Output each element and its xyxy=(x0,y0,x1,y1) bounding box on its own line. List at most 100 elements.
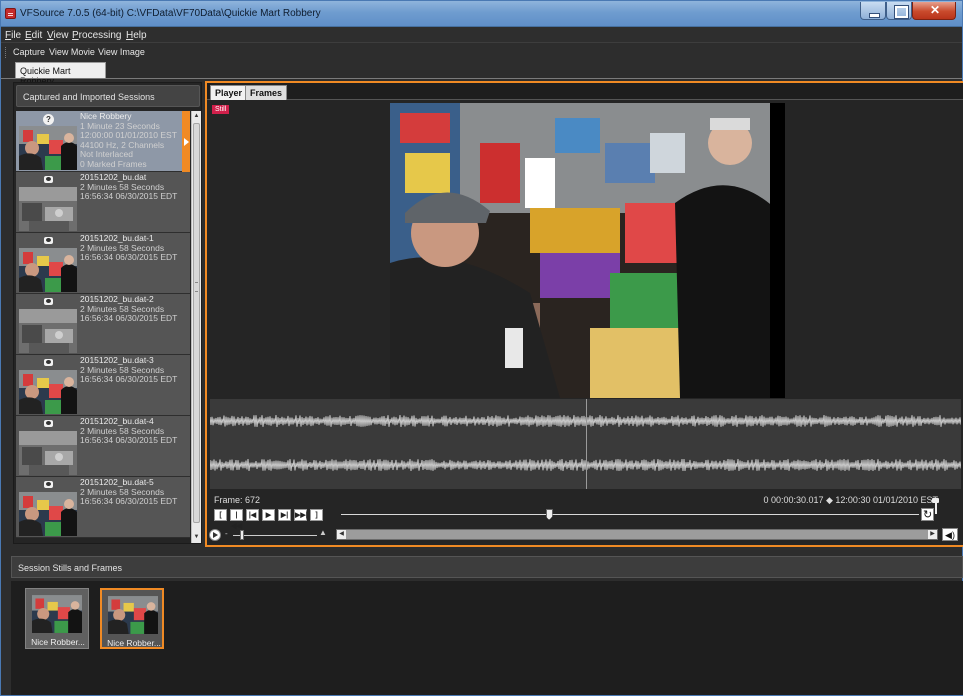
session-details: 20151202_bu.dat-4 2 Minutes 58 Seconds 16:… xyxy=(80,417,190,446)
camera-icon xyxy=(43,236,54,246)
scroll-right-icon[interactable]: ▶ xyxy=(928,530,937,539)
app-icon[interactable] xyxy=(5,8,16,19)
scroll-thumb[interactable] xyxy=(193,123,200,523)
still-item[interactable]: Nice Robber... xyxy=(100,588,164,649)
session-thumbnail xyxy=(19,431,77,475)
session-details: 20151202_bu.dat-2 2 Minutes 58 Seconds 16:… xyxy=(80,295,190,324)
session-details: Nice Robbery 1 Minute 23 Seconds 12:00:00 … xyxy=(80,112,190,170)
session-item[interactable]: 20151202_bu.dat 2 Minutes 58 Seconds 16:56… xyxy=(16,172,190,233)
session-detail-line: 16:56:34 06/30/2015 EDT xyxy=(80,435,178,446)
case-tab[interactable]: Quickie Mart Robbery xyxy=(15,62,106,86)
session-detail-line: 0 Marked Frames xyxy=(80,158,147,169)
session-detail-line: 16:56:34 06/30/2015 EDT xyxy=(80,191,178,202)
session-detail-line: 16:56:34 06/30/2015 EDT xyxy=(80,252,178,263)
camera-icon xyxy=(43,419,54,429)
session-detail-line: 16:56:34 06/30/2015 EDT xyxy=(80,313,178,324)
speed-slider[interactable] xyxy=(233,530,317,540)
player-panel: Player Frames Still Frame: 672 0 00:00:3… xyxy=(205,81,963,547)
session-details: 20151202_bu.dat-5 2 Minutes 58 Seconds 16:… xyxy=(80,478,190,507)
toolbar-grip[interactable] xyxy=(5,47,7,58)
menu-file[interactable]: File xyxy=(5,30,21,41)
close-icon: ✕ xyxy=(929,3,941,17)
maximize-button[interactable] xyxy=(886,2,912,20)
window-title: VFSource 7.0.5 (64-bit) C:\VFData\VF70Da… xyxy=(20,8,321,19)
playback-bottom-row: - ▲ ◀ ▶ ◀) xyxy=(209,528,961,542)
timeline-scrubber[interactable] xyxy=(341,509,919,520)
session-item[interactable]: 20151202_bu.dat-1 2 Minutes 58 Seconds 16:… xyxy=(16,233,190,294)
video-still-image xyxy=(390,103,785,398)
session-detail-line: 16:56:34 06/30/2015 EDT xyxy=(80,374,178,385)
session-thumbnail xyxy=(19,248,77,292)
tab-divider xyxy=(1,78,962,79)
playhead[interactable] xyxy=(586,399,587,489)
step-back-icon[interactable]: |◀ xyxy=(246,509,259,521)
speed-icon[interactable] xyxy=(209,529,221,541)
title-bar: VFSource 7.0.5 (64-bit) C:\VFData\VF70Da… xyxy=(1,1,962,27)
volume-icon[interactable]: ◀) xyxy=(942,528,958,541)
session-item[interactable]: ? Nice Robbery 1 Minute 23 Seconds 12:00:00… xyxy=(16,111,190,172)
camera-icon xyxy=(43,480,54,490)
toolbar: Capture View Movie View Image xyxy=(1,43,962,61)
loop-icon[interactable] xyxy=(921,508,934,521)
menu-processing[interactable]: Processing xyxy=(72,30,121,41)
session-item[interactable]: 20151202_bu.dat-4 2 Minutes 58 Seconds 16:… xyxy=(16,416,190,477)
mark-in-icon[interactable]: [ xyxy=(214,509,227,521)
session-thumbnail xyxy=(19,126,77,170)
player-tab-bar: Player Frames xyxy=(207,83,963,100)
camera-icon xyxy=(43,358,54,368)
step-forward-icon[interactable]: ▶| xyxy=(278,509,291,521)
frame-number: Frame: 672 xyxy=(214,495,261,505)
view-movie-button[interactable]: View Movie xyxy=(49,47,95,57)
session-list: ? Nice Robbery 1 Minute 23 Seconds 12:00:00… xyxy=(16,111,190,543)
session-item[interactable]: 20151202_bu.dat-5 2 Minutes 58 Seconds 16:… xyxy=(16,477,190,538)
mark-out-icon[interactable]: ] xyxy=(310,509,323,521)
still-label: Nice Robber... xyxy=(107,638,161,648)
capture-button[interactable]: Capture xyxy=(13,47,45,57)
session-item[interactable]: 20151202_bu.dat-3 2 Minutes 58 Seconds 16:… xyxy=(16,355,190,416)
session-details: 20151202_bu.dat 2 Minutes 58 Seconds 16:56… xyxy=(80,173,190,202)
still-thumbnail xyxy=(108,594,158,636)
minimize-button[interactable] xyxy=(860,2,886,20)
speed-plus-icon[interactable]: ▲ xyxy=(319,528,327,537)
stills-area: Nice Robber... Nice Robber... xyxy=(11,581,963,695)
view-image-button[interactable]: View Image xyxy=(98,47,145,57)
session-thumbnail xyxy=(19,492,77,536)
still-badge: Still xyxy=(212,105,230,114)
tab-player[interactable]: Player xyxy=(210,85,248,100)
session-thumbnail xyxy=(19,370,77,414)
speed-slider-thumb[interactable] xyxy=(239,530,244,540)
close-button[interactable]: ✕ xyxy=(912,2,956,20)
speed-minus-icon[interactable]: - xyxy=(225,529,228,538)
session-item[interactable]: 20151202_bu.dat-2 2 Minutes 58 Seconds 16:… xyxy=(16,294,190,355)
camera-icon xyxy=(43,175,54,185)
still-thumbnail xyxy=(32,593,82,635)
sessions-panel: Captured and Imported Sessions ? Nice Rob… xyxy=(13,82,202,544)
session-detail-line: 16:56:34 06/30/2015 EDT xyxy=(80,496,178,507)
session-details: 20151202_bu.dat-3 2 Minutes 58 Seconds 16:… xyxy=(80,356,190,385)
session-thumbnail xyxy=(19,309,77,353)
timeline-scrollbar[interactable]: ◀ ▶ xyxy=(336,529,938,540)
time-readout: 0 00:00:30.017 ◆ 12:00:30 01/01/2010 EST xyxy=(763,495,938,505)
session-details: 20151202_bu.dat-1 2 Minutes 58 Seconds 16:… xyxy=(80,234,190,263)
menu-help[interactable]: Help xyxy=(126,30,147,41)
menu-bar: File Edit View Processing Help xyxy=(1,27,962,43)
camera-icon xyxy=(43,297,54,307)
scroll-down-icon[interactable]: ▼ xyxy=(192,532,201,542)
session-scrollbar[interactable]: ▲ ▼ xyxy=(191,111,201,543)
tab-frames[interactable]: Frames xyxy=(245,85,288,100)
selected-session-marker[interactable] xyxy=(182,111,190,172)
still-item[interactable]: Nice Robber... xyxy=(25,588,89,649)
scroll-up-icon[interactable]: ▲ xyxy=(192,111,201,121)
last-frame-icon[interactable]: ▶▶| xyxy=(294,509,308,521)
sessions-header: Captured and Imported Sessions xyxy=(16,85,200,107)
video-frame[interactable] xyxy=(390,103,785,398)
play-icon[interactable]: ▶ xyxy=(262,509,275,521)
still-label: Nice Robber... xyxy=(31,637,85,647)
scrubber-thumb[interactable] xyxy=(545,509,553,520)
audio-waveform[interactable] xyxy=(209,399,962,489)
menu-view[interactable]: View xyxy=(47,30,69,41)
scroll-left-icon[interactable]: ◀ xyxy=(337,530,346,539)
first-frame-icon[interactable]: |◀◀ xyxy=(230,509,243,530)
question-icon: ? xyxy=(43,114,54,125)
menu-edit[interactable]: Edit xyxy=(25,30,42,41)
